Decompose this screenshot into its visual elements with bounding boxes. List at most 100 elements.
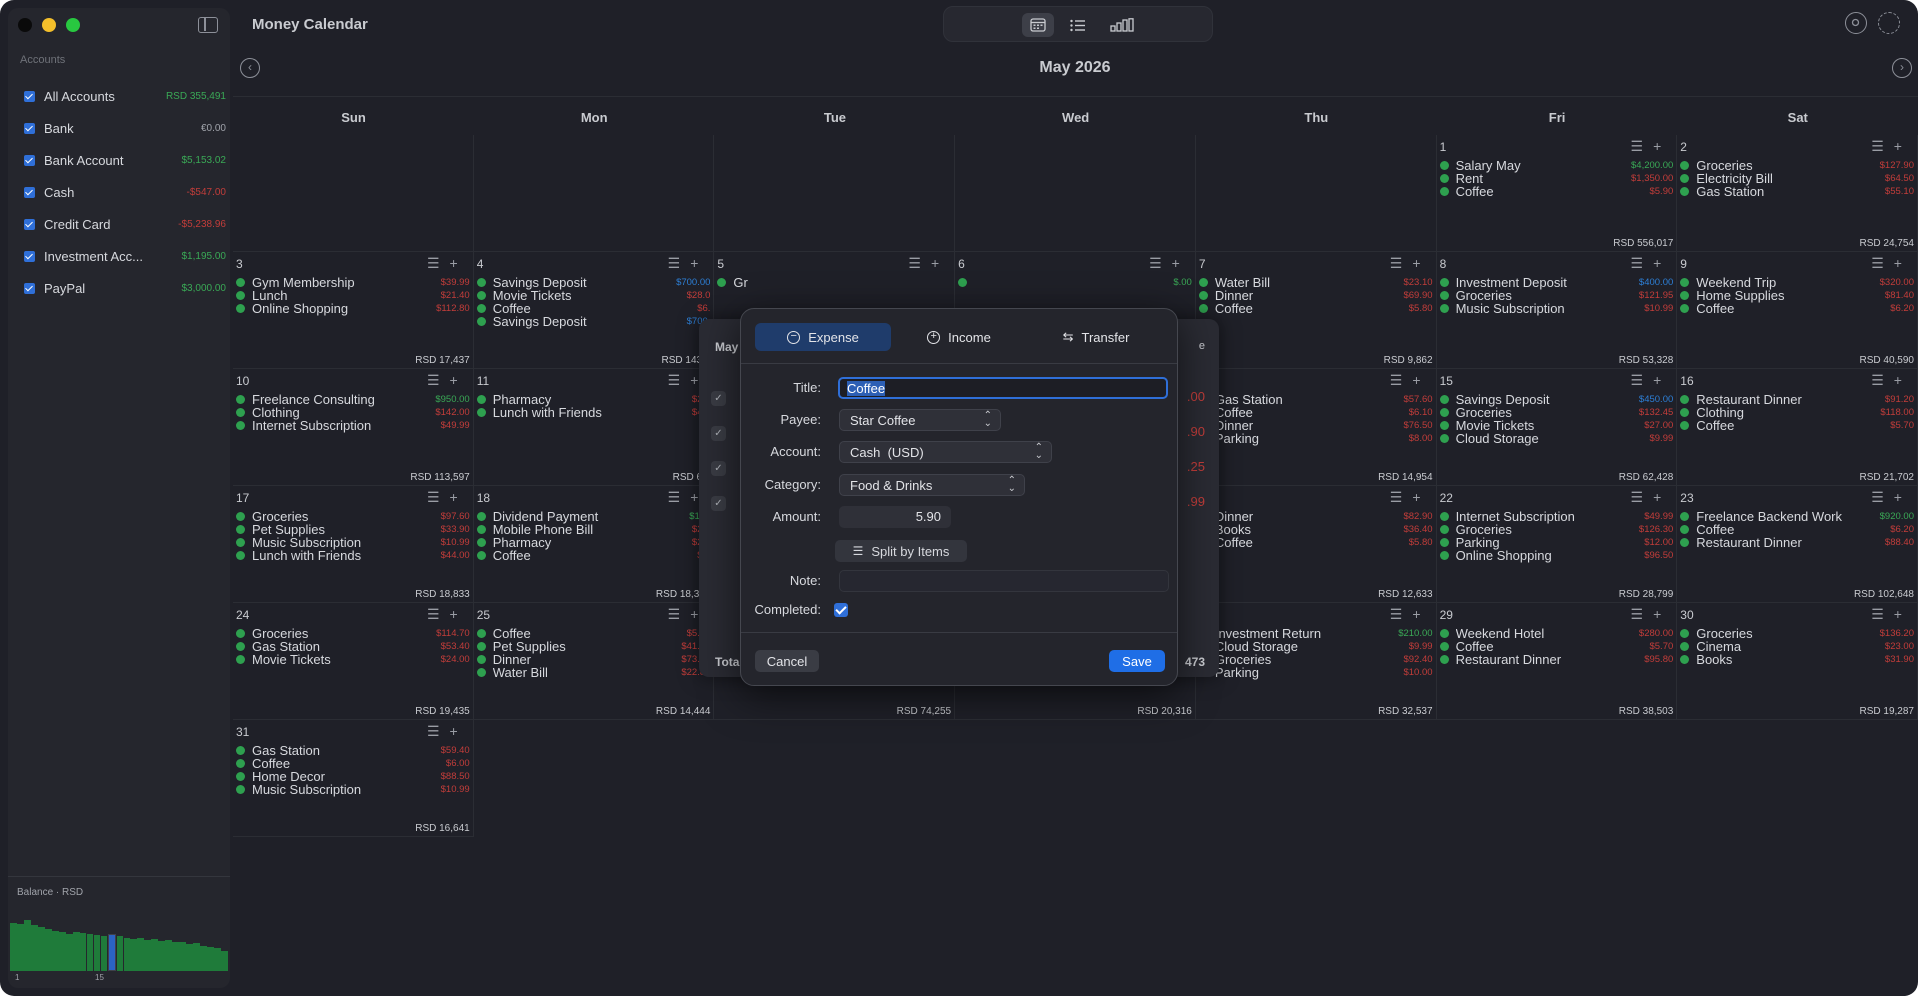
transaction-row[interactable]: Restaurant Dinner $95.80 bbox=[1439, 651, 1673, 667]
transaction-row[interactable]: Water Bill $22.80 bbox=[476, 664, 710, 680]
calendar-day-cell[interactable]: 3 ☰+ Gym Membership $39.99 Lunch $21.40 Online… bbox=[233, 252, 474, 369]
add-transaction-icon[interactable]: + bbox=[1412, 606, 1430, 622]
add-transaction-icon[interactable]: + bbox=[690, 255, 708, 271]
add-transaction-icon[interactable]: + bbox=[1653, 255, 1671, 271]
add-transaction-icon[interactable]: + bbox=[450, 255, 468, 271]
calendar-day-cell[interactable]: 25☰+Coffee$5.90Pet Supplies$41.20Dinner$… bbox=[473, 603, 715, 720]
panel-checkbox[interactable]: ✓ bbox=[711, 461, 726, 476]
transaction-row[interactable]: Coffee$5. bbox=[476, 547, 710, 563]
account-row[interactable]: Investment Acc... $1,195.00 bbox=[24, 240, 226, 272]
cancel-button[interactable]: Cancel bbox=[755, 650, 819, 672]
day-list-icon[interactable]: ☰ bbox=[668, 372, 691, 388]
close-window-button[interactable] bbox=[18, 18, 32, 32]
calendar-view-button[interactable] bbox=[1022, 13, 1054, 37]
account-checkbox[interactable] bbox=[24, 90, 35, 102]
day-list-icon[interactable]: ☰ bbox=[1631, 489, 1654, 505]
next-month-icon[interactable]: › bbox=[1892, 58, 1912, 78]
transaction-row[interactable]: Movie Tickets $24.00 bbox=[236, 651, 470, 667]
calendar-day-cell[interactable]: 18☰+Dividend Payment$122Mobile Phone Bil… bbox=[473, 486, 715, 603]
add-transaction-icon[interactable]: + bbox=[1653, 138, 1671, 154]
calendar-day-cell[interactable]: 24 ☰+ Groceries $114.70 Gas Station $53.40 Mov… bbox=[233, 603, 474, 720]
account-checkbox[interactable] bbox=[24, 282, 35, 294]
save-button[interactable]: Save bbox=[1109, 650, 1165, 672]
day-list-icon[interactable]: ☰ bbox=[1149, 255, 1172, 271]
transaction-row[interactable]: Restaurant Dinner $88.40 bbox=[1680, 534, 1914, 550]
calendar-day-cell[interactable]: 1 ☰+ Salary May $4,200.00 Rent $1,350.00 Coffe… bbox=[1436, 135, 1678, 252]
transaction-row[interactable]: Gr bbox=[717, 274, 951, 290]
calendar-day-cell[interactable]: 8 ☰+ Investment Deposit $400.00 Groceries $12… bbox=[1436, 252, 1678, 369]
panel-checkbox[interactable]: ✓ bbox=[711, 426, 726, 441]
account-row[interactable]: Bank Account $5,153.02 bbox=[24, 144, 226, 176]
tab-transfer[interactable]: ⇆ Transfer bbox=[1027, 323, 1165, 351]
calendar-day-cell[interactable]: 21☰+Dinner$82.90Books$36.40Coffee$5.80RS… bbox=[1195, 486, 1437, 603]
day-list-icon[interactable]: ☰ bbox=[1390, 489, 1413, 505]
day-list-icon[interactable]: ☰ bbox=[427, 372, 450, 388]
split-by-items-button[interactable]: ☰ Split by Items bbox=[835, 540, 967, 562]
transaction-row[interactable]: Coffee $5.70 bbox=[1680, 417, 1914, 433]
add-transaction-icon[interactable]: + bbox=[1894, 255, 1912, 271]
transaction-row[interactable]: Savings Deposit $700. bbox=[476, 313, 710, 329]
completed-checkbox[interactable] bbox=[834, 603, 848, 622]
transaction-row[interactable]: Internet Subscription $49.99 bbox=[236, 417, 470, 433]
day-list-icon[interactable]: ☰ bbox=[668, 489, 691, 505]
settings-icon[interactable] bbox=[1845, 12, 1867, 34]
tab-expense[interactable]: − Expense bbox=[755, 323, 891, 351]
panel-checkbox[interactable]: ✓ bbox=[711, 391, 726, 406]
add-transaction-icon[interactable]: + bbox=[1412, 489, 1430, 505]
account-row[interactable]: Bank €0.00 bbox=[24, 112, 226, 144]
transaction-row[interactable]: Books $31.90 bbox=[1680, 651, 1914, 667]
list-view-button[interactable] bbox=[1062, 13, 1094, 37]
day-list-icon[interactable]: ☰ bbox=[1871, 372, 1894, 388]
transaction-row[interactable]: Cloud Storage $9.99 bbox=[1439, 430, 1673, 446]
account-select[interactable]: Cash (USD) ⌃ ⌄ bbox=[839, 441, 1052, 463]
previous-month-icon[interactable]: ‹ bbox=[240, 58, 260, 78]
transaction-row[interactable]: Online Shopping $112.80 bbox=[236, 300, 470, 316]
add-transaction-icon[interactable]: + bbox=[1412, 372, 1430, 388]
account-checkbox[interactable] bbox=[24, 250, 35, 262]
add-transaction-icon[interactable]: + bbox=[1894, 138, 1912, 154]
transaction-row[interactable]: Parking $8.00 bbox=[1198, 430, 1433, 446]
sync-icon[interactable] bbox=[1878, 12, 1900, 34]
account-checkbox[interactable] bbox=[24, 154, 35, 166]
add-transaction-icon[interactable]: + bbox=[1172, 255, 1190, 271]
transaction-row[interactable]: Coffee $6.20 bbox=[1680, 300, 1914, 316]
tab-income[interactable]: + Income bbox=[891, 323, 1027, 351]
account-row[interactable]: Cash -$547.00 bbox=[24, 176, 226, 208]
payee-select[interactable]: Star Coffee ⌃ ⌄ bbox=[839, 409, 1001, 431]
calendar-day-cell[interactable]: 17 ☰+ Groceries $97.60 Pet Supplies $33.90 Mus… bbox=[233, 486, 474, 603]
calendar-day-cell[interactable]: 10 ☰+ Freelance Consulting $950.00 Clothing $… bbox=[233, 369, 474, 486]
day-list-icon[interactable]: ☰ bbox=[1390, 606, 1413, 622]
day-list-icon[interactable]: ☰ bbox=[1871, 606, 1894, 622]
transaction-row[interactable]: Music Subscription $10.99 bbox=[1439, 300, 1673, 316]
amount-input[interactable]: 5.90 bbox=[839, 506, 951, 528]
day-list-icon[interactable]: ☰ bbox=[1390, 255, 1413, 271]
account-checkbox[interactable] bbox=[24, 186, 35, 198]
calendar-day-cell[interactable]: 22 ☰+ Internet Subscription $49.99 Groceries… bbox=[1436, 486, 1678, 603]
account-row[interactable]: All Accounts RSD 355,491 bbox=[24, 80, 226, 112]
calendar-day-cell[interactable]: 28☰+Investment Return$210.00Cloud Storag… bbox=[1195, 603, 1437, 720]
day-list-icon[interactable]: ☰ bbox=[1631, 138, 1654, 154]
add-transaction-icon[interactable]: + bbox=[450, 606, 468, 622]
day-list-icon[interactable]: ☰ bbox=[427, 255, 450, 271]
day-list-icon[interactable]: ☰ bbox=[427, 489, 450, 505]
panel-checkbox[interactable]: ✓ bbox=[711, 496, 726, 511]
transaction-row[interactable]: $.00 bbox=[958, 274, 1192, 290]
add-transaction-icon[interactable]: + bbox=[1894, 489, 1912, 505]
title-input[interactable]: Coffee bbox=[838, 377, 1168, 399]
zoom-window-button[interactable] bbox=[66, 18, 80, 32]
day-list-icon[interactable]: ☰ bbox=[1390, 372, 1413, 388]
calendar-day-cell[interactable]: 14☰+Gas Station$57.60Coffee$6.10Dinner$7… bbox=[1195, 369, 1437, 486]
transaction-row[interactable]: Coffee $5.90 bbox=[1439, 183, 1673, 199]
transaction-row[interactable]: Coffee $5.80 bbox=[1198, 534, 1433, 550]
chart-view-button[interactable] bbox=[1102, 13, 1142, 37]
calendar-day-cell[interactable]: 9 ☰+ Weekend Trip $320.00 Home Supplies $81.4… bbox=[1677, 252, 1918, 369]
calendar-day-cell[interactable]: 23 ☰+ Freelance Backend Work $920.00 Coffee $… bbox=[1677, 486, 1918, 603]
calendar-day-cell[interactable]: 29 ☰+ Weekend Hotel $280.00 Coffee $5.70 Resta… bbox=[1436, 603, 1678, 720]
day-list-icon[interactable]: ☰ bbox=[1871, 489, 1894, 505]
add-transaction-icon[interactable]: + bbox=[1894, 606, 1912, 622]
add-transaction-icon[interactable]: + bbox=[1653, 372, 1671, 388]
note-input[interactable] bbox=[839, 570, 1169, 592]
add-transaction-icon[interactable]: + bbox=[1894, 372, 1912, 388]
transaction-row[interactable]: Coffee $5.80 bbox=[1198, 300, 1433, 316]
transaction-row[interactable]: Lunch with Friends $44.00 bbox=[236, 547, 470, 563]
